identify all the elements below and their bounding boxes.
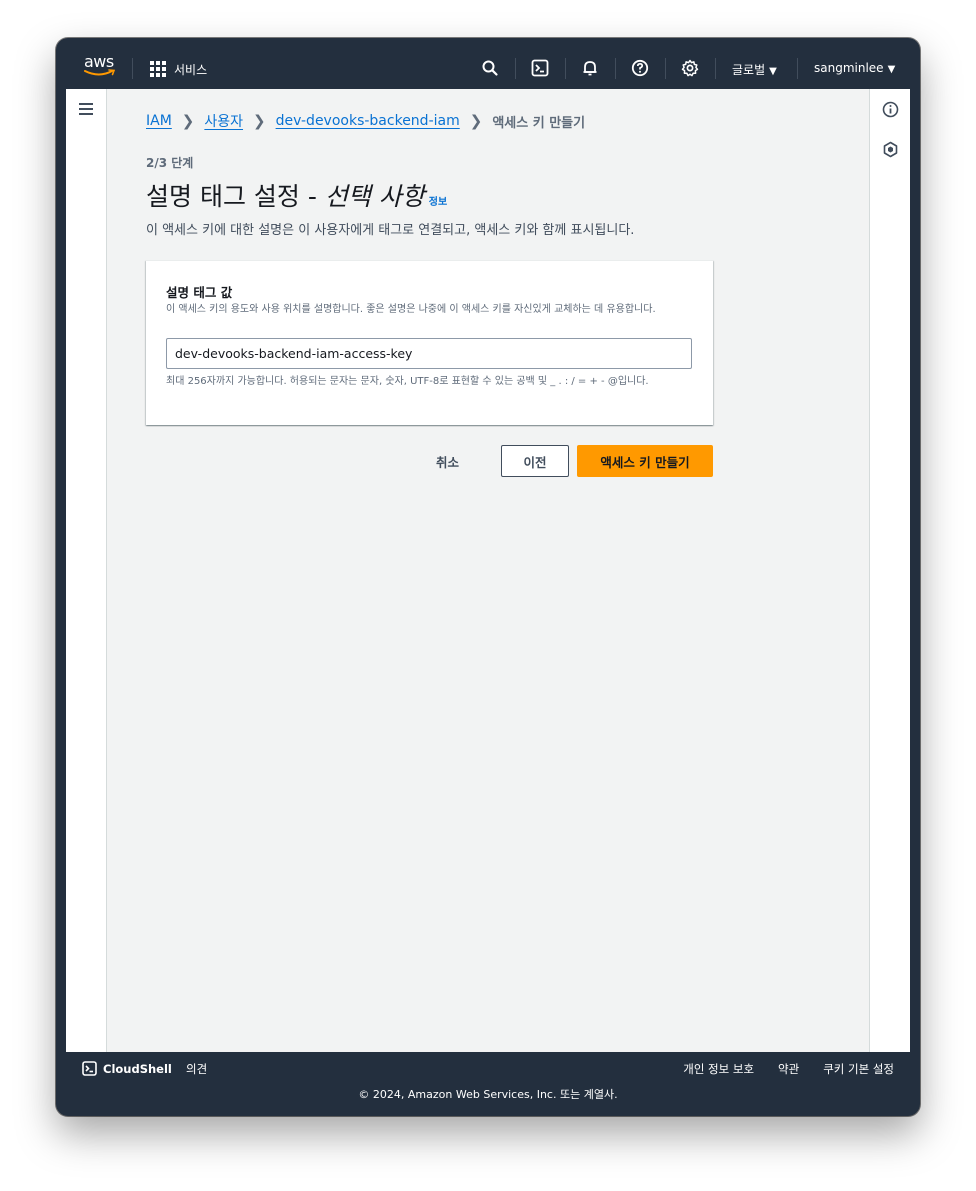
services-label: 서비스 [174, 62, 208, 77]
nav-divider [797, 58, 798, 79]
nav-divider [565, 58, 566, 79]
previous-button[interactable]: 이전 [501, 445, 569, 477]
nav-divider [665, 58, 666, 79]
terms-link[interactable]: 약관 [778, 1061, 799, 1077]
left-navigation-rail [66, 89, 107, 1052]
aws-logo[interactable]: aws [84, 54, 118, 80]
nav-divider [615, 58, 616, 79]
services-menu-button[interactable]: 서비스 [150, 59, 207, 79]
field-constraint-text: 최대 256자까지 가능합니다. 허용되는 문자는 문자, 숫자, UTF-8로… [166, 376, 649, 387]
footer-links: 개인 정보 보호 약관 쿠키 기본 설정 [683, 1061, 894, 1077]
hamburger-menu-icon[interactable] [79, 103, 93, 115]
info-icon[interactable] [882, 101, 899, 118]
search-icon[interactable] [481, 59, 499, 77]
step-indicator: 2/3 단계 [146, 156, 194, 170]
breadcrumb-link-users[interactable]: 사용자 [204, 111, 243, 131]
footer: CloudShell 의견 개인 정보 보호 약관 쿠키 기본 설정 © 202… [66, 1052, 910, 1106]
aws-smile-icon [84, 69, 116, 76]
info-link[interactable]: 정보 [429, 197, 447, 208]
page-title-text: 설명 태그 설정 - [146, 182, 325, 211]
copyright-text: © 2024, Amazon Web Services, Inc. 또는 계열사… [358, 1088, 618, 1101]
region-label: 글로벌 [732, 63, 766, 77]
console-page: aws 서비스 글로벌 ▼ sangminlee ▼ IAM ❯ 사용자 ❯ d… [66, 48, 910, 1106]
form-actions: 취소 이전 액세스 키 만들기 [146, 445, 713, 477]
gear-icon[interactable] [681, 59, 699, 77]
feedback-link[interactable]: 의견 [186, 1061, 207, 1077]
breadcrumb: IAM ❯ 사용자 ❯ dev-devooks-backend-iam ❯ 액세… [146, 111, 585, 131]
create-access-key-button[interactable]: 액세스 키 만들기 [577, 445, 713, 477]
nav-divider [515, 58, 516, 79]
cloudshell-button[interactable]: CloudShell [82, 1061, 172, 1076]
caret-down-icon: ▼ [769, 66, 777, 77]
page-title: 설명 태그 설정 - 선택 사항정보 [146, 177, 447, 213]
breadcrumb-link-user[interactable]: dev-devooks-backend-iam [276, 113, 460, 129]
help-icon[interactable] [631, 59, 649, 77]
cookie-preferences-link[interactable]: 쿠키 기본 설정 [823, 1061, 894, 1077]
region-selector[interactable]: 글로벌 ▼ [732, 61, 777, 78]
chevron-right-icon: ❯ [181, 112, 195, 130]
nav-divider [132, 58, 133, 79]
breadcrumb-current: 액세스 키 만들기 [492, 115, 586, 131]
account-menu[interactable]: sangminlee ▼ [814, 61, 895, 75]
cloudshell-label: CloudShell [103, 1061, 172, 1076]
page-title-optional: 선택 사항 [324, 182, 425, 211]
caret-down-icon: ▼ [887, 64, 896, 75]
username-label: sangminlee [814, 61, 884, 75]
privacy-link[interactable]: 개인 정보 보호 [683, 1061, 754, 1077]
page-description: 이 액세스 키에 대한 설명은 이 사용자에게 태그로 연결되고, 액세스 키와… [146, 223, 635, 238]
top-navigation: aws 서비스 글로벌 ▼ sangminlee ▼ [66, 48, 910, 89]
chevron-right-icon: ❯ [253, 112, 266, 130]
bell-icon[interactable] [581, 59, 599, 77]
description-tag-input[interactable] [166, 338, 692, 369]
hexagon-icon[interactable] [882, 141, 899, 158]
field-description: 이 액세스 키의 용도와 사용 위치를 설명합니다. 좋은 설명은 나중에 이 … [166, 304, 656, 315]
field-label: 설명 태그 값 [166, 285, 233, 300]
nav-divider [715, 58, 716, 79]
aws-logo-text: aws [84, 52, 114, 71]
cloudshell-icon[interactable] [531, 59, 549, 77]
description-tag-panel: 설명 태그 값 이 액세스 키의 용도와 사용 위치를 설명합니다. 좋은 설명… [146, 260, 713, 425]
cancel-button[interactable]: 취소 [436, 452, 459, 471]
right-tools-rail [869, 89, 910, 1052]
breadcrumb-link-iam[interactable]: IAM [146, 113, 172, 129]
grid-icon [150, 61, 166, 77]
chevron-right-icon: ❯ [469, 112, 483, 130]
cloudshell-icon [82, 1061, 97, 1076]
browser-window: aws 서비스 글로벌 ▼ sangminlee ▼ IAM ❯ 사용자 ❯ d… [56, 38, 920, 1116]
